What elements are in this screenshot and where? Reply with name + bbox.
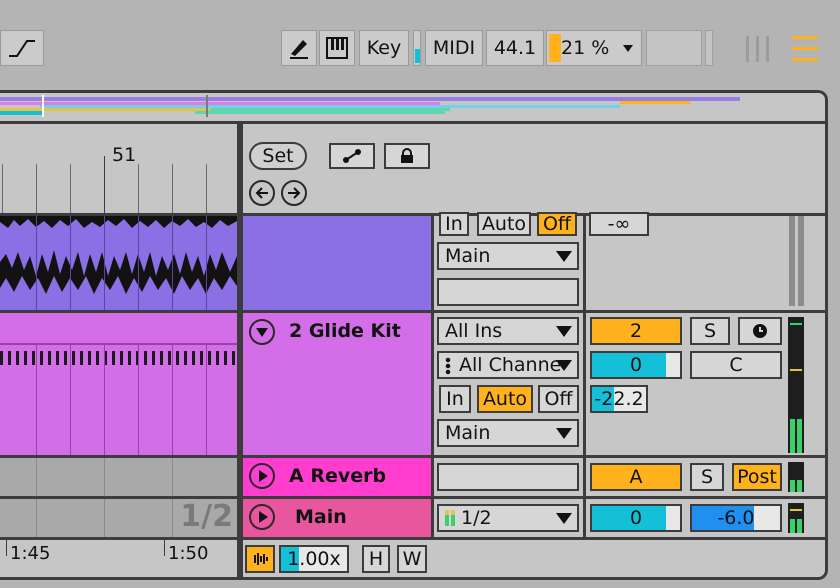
monitor-auto-button[interactable]: Auto [477, 212, 531, 236]
mixer-reverb: A S Post [586, 458, 825, 496]
play-triangle-icon[interactable] [249, 504, 275, 530]
track-name[interactable]: A Reverb [289, 465, 386, 487]
level-meter [788, 317, 804, 453]
post-button[interactable]: Post [732, 463, 782, 491]
chevron-down-icon [556, 513, 572, 524]
next-locator-icon[interactable] [281, 180, 307, 206]
automation-node-icon [343, 149, 361, 163]
overload-indicator [646, 30, 702, 66]
monitor-in-button[interactable]: In [439, 212, 469, 236]
arrangement-frame: 51 Set In Auto Off Main -∞ 2 Glide Kit A… [0, 90, 828, 580]
monitor-in-button[interactable]: In [439, 385, 471, 413]
track-name[interactable]: Main [295, 506, 347, 528]
cue-output-select[interactable]: 1/2 [437, 504, 579, 532]
sample-rate-display: 44.1 [486, 30, 544, 66]
solo-button[interactable]: S [690, 317, 730, 345]
lock-button[interactable] [384, 143, 430, 169]
record-arm-icon [753, 324, 767, 338]
track-fold-icon[interactable] [249, 319, 275, 345]
track-name[interactable]: 2 Glide Kit [289, 320, 401, 342]
output-type-select[interactable]: Main [437, 419, 579, 447]
volume-field[interactable]: -∞ [589, 212, 649, 236]
input-channel-select[interactable]: All Channe [437, 351, 579, 379]
chevron-down-icon [556, 326, 572, 337]
mixer-header: Set [243, 124, 825, 216]
level-meter [788, 462, 804, 492]
chevron-down-icon [623, 45, 633, 52]
monitor-off-button[interactable]: Off [538, 385, 579, 413]
automation-curve-icon [9, 40, 35, 57]
io-section-top: In Auto Off Main [431, 212, 583, 310]
w-button[interactable]: W [397, 545, 427, 573]
top-toolbar: Key MIDI 44.1 21 % [0, 0, 840, 92]
monitor-auto-button[interactable]: Auto [477, 385, 533, 413]
midi-clip-pink[interactable] [0, 313, 237, 455]
prev-locator-icon[interactable] [249, 180, 275, 206]
track-header-purple[interactable] [243, 216, 431, 310]
chevron-down-icon [556, 428, 572, 439]
key-activity-indicator [413, 30, 421, 66]
overview-strip[interactable] [0, 93, 825, 121]
return-track-lane [0, 458, 237, 496]
track-header-glide-kit[interactable]: 2 Glide Kit [243, 313, 431, 455]
stereo-meter-icon [445, 510, 455, 526]
key-map-button[interactable]: Key [359, 30, 409, 66]
main-track-lane: 1/2 [0, 499, 237, 537]
monitor-off-button[interactable]: Off [537, 212, 577, 236]
midi-map-button[interactable]: MIDI [425, 30, 483, 66]
beat-ruler[interactable]: 51 [0, 124, 240, 216]
automation-mode-button[interactable] [0, 30, 44, 66]
bottom-controls: 1.00x H W [243, 540, 825, 577]
midi-io-indicator [705, 30, 713, 66]
mixer-top: -∞ [583, 212, 825, 310]
lock-icon [401, 148, 413, 163]
tempo-ratio-field[interactable]: 1.00x [279, 545, 349, 573]
output-type-select[interactable]: Main [437, 242, 579, 270]
input-type-select[interactable]: All Ins [437, 317, 579, 345]
draw-mode-button[interactable] [281, 30, 317, 66]
bar-number-label: 51 [112, 144, 137, 166]
audio-clip-purple[interactable] [0, 216, 237, 310]
channel-dots-icon [445, 357, 451, 375]
time-label: 1:50 [168, 543, 209, 564]
set-button[interactable]: Set [249, 142, 307, 170]
level-meter [788, 503, 804, 533]
solo-button[interactable]: S [690, 463, 724, 491]
chevron-down-icon [556, 251, 572, 262]
track-activator-button[interactable]: A [590, 463, 682, 491]
output-select-empty[interactable] [437, 463, 579, 491]
cpu-meter[interactable]: 21 % [546, 30, 642, 66]
time-ruler[interactable]: 1:45 1:50 [0, 540, 237, 577]
track-header-reverb[interactable]: A Reverb [243, 458, 431, 496]
track-header-main[interactable]: Main [243, 499, 431, 537]
menu-hamburger-icon[interactable] [792, 36, 818, 62]
mixer-main: 0 -6.0 [586, 499, 825, 537]
h-button[interactable]: H [362, 545, 390, 573]
automation-arm-button[interactable] [329, 143, 375, 169]
io-section-glide-kit: All Ins All Channe In Auto Off Main [434, 313, 583, 455]
mixer-glide-kit: 2 S 0 C -22.2 [586, 313, 825, 455]
output-channel-select[interactable] [437, 278, 579, 306]
waveform-icon [254, 553, 268, 565]
send-value-slider[interactable]: 0 [590, 351, 682, 379]
pencil-icon [290, 40, 308, 59]
cue-volume-slider[interactable]: 0 [590, 504, 682, 532]
view-divider-icon[interactable] [746, 36, 776, 62]
chevron-down-icon [556, 360, 572, 371]
time-label: 1:45 [10, 543, 51, 564]
pan-field[interactable]: C [690, 351, 782, 379]
waveform-toggle-button[interactable] [245, 545, 275, 573]
level-meter [789, 216, 795, 306]
volume-field[interactable]: -22.2 [590, 385, 648, 413]
arm-button[interactable] [738, 317, 782, 345]
piano-keys-icon [326, 37, 348, 59]
main-volume-slider[interactable]: -6.0 [690, 504, 782, 532]
track-activator-button[interactable]: 2 [590, 317, 682, 345]
computer-keyboard-button[interactable] [319, 30, 355, 66]
play-triangle-icon[interactable] [249, 463, 275, 489]
page-indicator: 1/2 [180, 499, 233, 534]
